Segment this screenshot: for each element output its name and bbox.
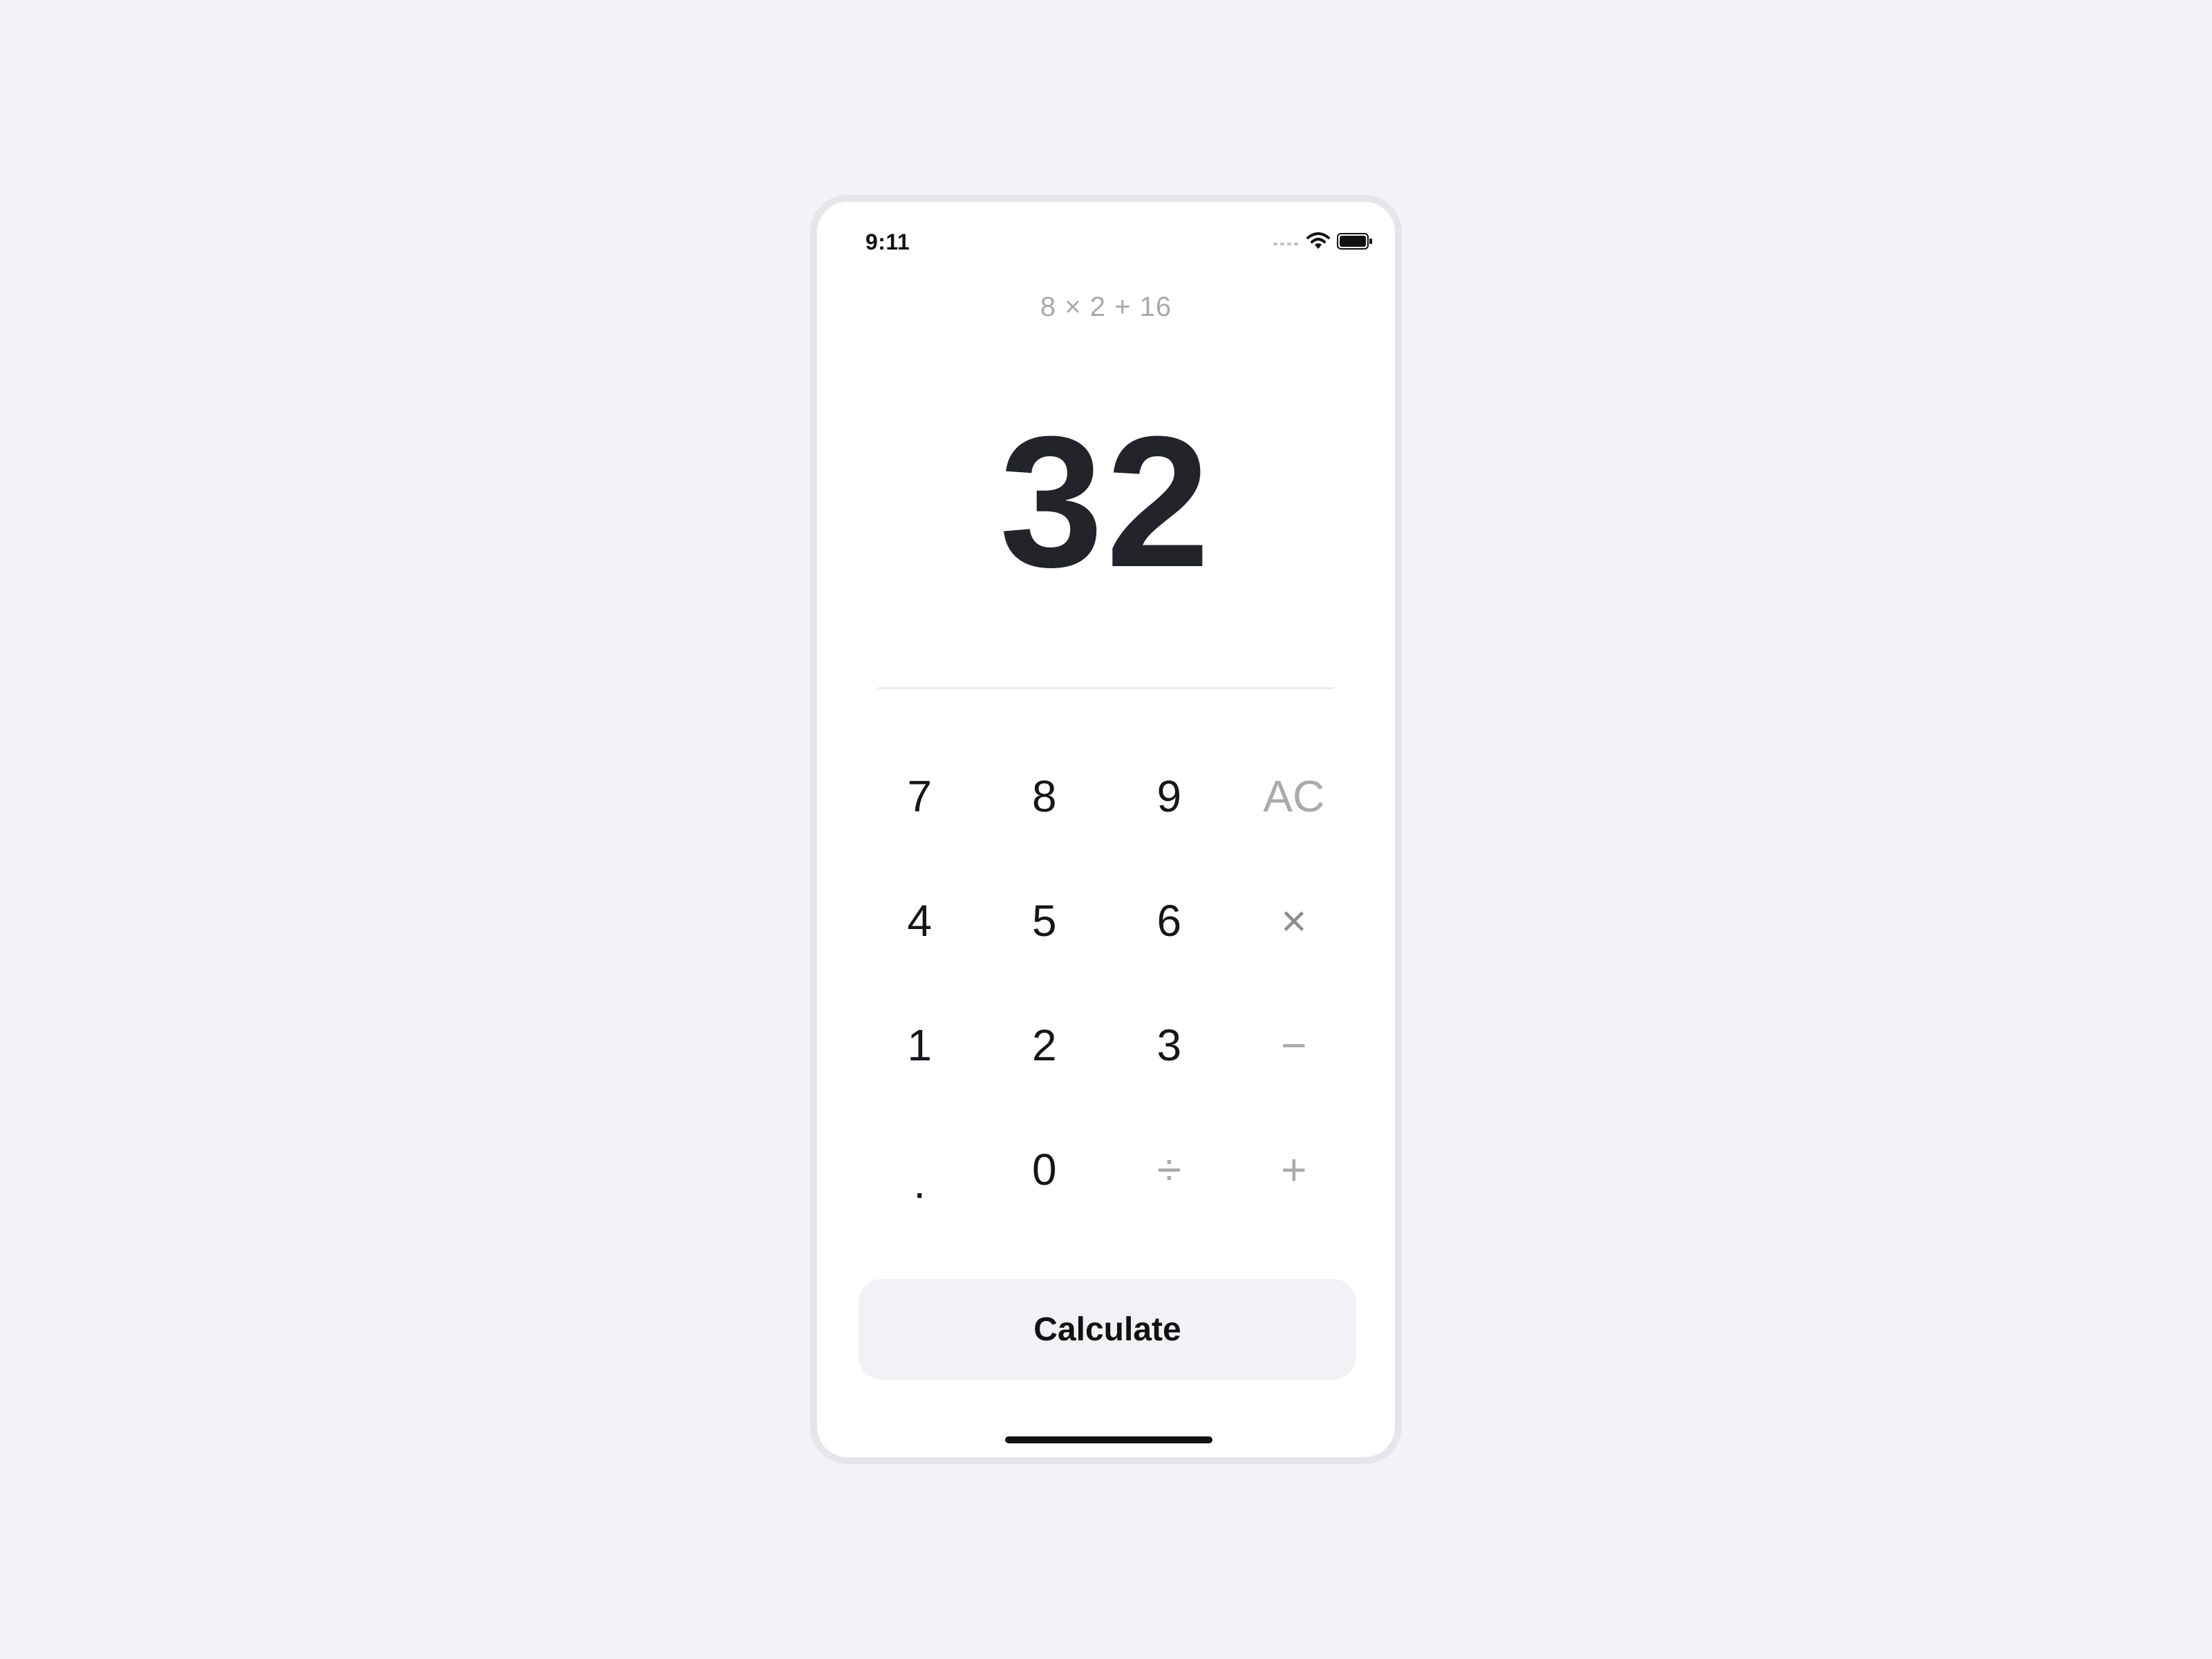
home-indicator	[1005, 1436, 1212, 1443]
key-6[interactable]: 6	[1107, 859, 1232, 983]
phone-frame: 9:11 8 × 2 + 16 32 7 8 9 AC 4 5 6 × 1 2 …	[810, 195, 1402, 1464]
key-1[interactable]: 1	[857, 983, 982, 1107]
battery-icon	[1337, 232, 1373, 254]
key-add[interactable]: +	[1232, 1107, 1357, 1232]
signal-icon	[1273, 237, 1300, 250]
key-8[interactable]: 8	[982, 734, 1107, 859]
expression-display: 8 × 2 + 16	[1040, 292, 1172, 322]
key-subtract[interactable]: −	[1232, 983, 1357, 1107]
divider	[878, 687, 1334, 689]
key-5[interactable]: 5	[982, 859, 1107, 983]
key-2[interactable]: 2	[982, 983, 1107, 1107]
key-7[interactable]: 7	[857, 734, 982, 859]
wifi-icon	[1306, 232, 1330, 254]
key-4[interactable]: 4	[857, 859, 982, 983]
result-display: 32	[999, 398, 1213, 606]
key-divide[interactable]: ÷	[1107, 1107, 1232, 1232]
key-all-clear[interactable]: AC	[1232, 734, 1357, 859]
calculate-button[interactable]: Calculate	[859, 1279, 1356, 1380]
key-0[interactable]: 0	[982, 1107, 1107, 1232]
status-icons	[1273, 232, 1373, 254]
status-bar: 9:11	[817, 202, 1395, 285]
key-3[interactable]: 3	[1107, 983, 1232, 1107]
status-time: 9:11	[865, 229, 910, 254]
key-decimal[interactable]: .	[857, 1107, 982, 1232]
keypad: 7 8 9 AC 4 5 6 × 1 2 3 − . 0 ÷ +	[857, 734, 1356, 1232]
key-multiply[interactable]: ×	[1232, 859, 1357, 983]
key-9[interactable]: 9	[1107, 734, 1232, 859]
